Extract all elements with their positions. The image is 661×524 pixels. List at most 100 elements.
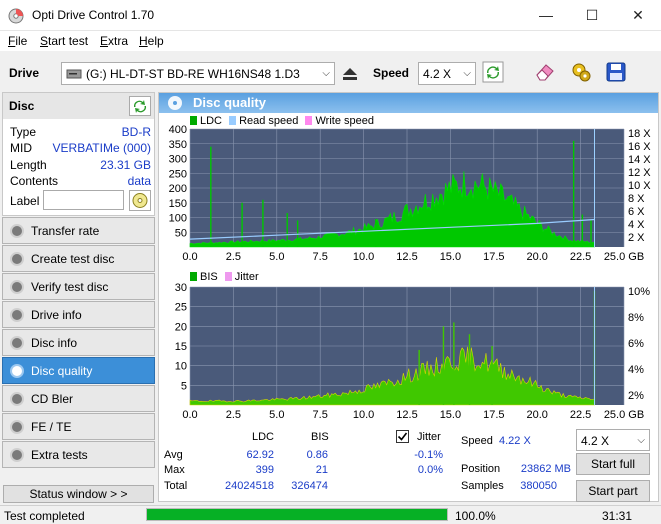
y2-tick-label: 14 X (628, 154, 651, 166)
x-tick-label: 22.5 (570, 251, 591, 263)
disc-type-key: Type (10, 125, 37, 139)
x-tick-label: 5.0 (269, 409, 284, 421)
max-label: Max (164, 464, 185, 476)
nav-transfer-rate[interactable]: Transfer rate (2, 217, 155, 244)
start-full-button[interactable]: Start full (576, 453, 650, 475)
drive-icon (66, 69, 82, 79)
y-tick-label: 250 (169, 168, 187, 180)
chevron-down-icon: ⌵ (322, 68, 330, 79)
avg-label: Avg (164, 449, 183, 461)
y2-tick-label: 18 X (628, 128, 651, 140)
y-tick-label: 200 (169, 183, 187, 195)
nav-fe-te[interactable]: FE / TE (2, 413, 155, 440)
drive-select[interactable]: (G:) HL-DT-ST BD-RE WH16NS48 1.D3 ⌵ (61, 62, 335, 85)
jitter-checkbox[interactable] (396, 430, 409, 443)
refresh-icon (482, 61, 504, 83)
nav-verify-test-disc[interactable]: Verify test disc (2, 273, 155, 300)
disc-icon (10, 280, 24, 294)
x-tick-label: 20.0 (526, 251, 547, 263)
y-tick-label: 50 (175, 227, 187, 239)
toolbar: Drive (G:) HL-DT-ST BD-RE WH16NS48 1.D3 … (0, 55, 661, 91)
disc-icon (10, 252, 24, 266)
start-part-button[interactable]: Start part (576, 480, 650, 502)
disc-label-input[interactable] (43, 190, 124, 210)
refresh-speed-button[interactable] (480, 60, 506, 86)
position-value: 23862 MB (520, 463, 571, 475)
x-tick-label: 10.0 (353, 251, 374, 263)
ldc-header: LDC (252, 431, 275, 443)
nav-disc-quality[interactable]: Disc quality (2, 357, 155, 384)
disc-icon (10, 448, 24, 462)
maximize-button[interactable]: ☐ (569, 0, 615, 31)
disc-icon (10, 308, 24, 322)
disc-icon (10, 364, 24, 378)
test-speed-select[interactable]: 4.2 X ⌵ (576, 429, 650, 451)
chevron-down-icon: ⌵ (463, 68, 471, 79)
close-button[interactable]: ✕ (615, 0, 661, 31)
disc-length-key: Length (10, 158, 47, 172)
menu-file[interactable]: File (8, 34, 27, 48)
jitter-max: 0.0% (417, 464, 443, 476)
menu-start-test[interactable]: Start test (40, 34, 88, 48)
bis-avg: 0.86 (306, 449, 328, 461)
nav-disc-info[interactable]: Disc info (2, 329, 155, 356)
elapsed-time: 31:31 (602, 509, 633, 523)
y-tick-label: 20 (175, 321, 187, 333)
checkmark-icon (397, 432, 408, 441)
status-window-button[interactable]: Status window > > (3, 485, 154, 503)
x-tick-label: 25.0 GB (604, 409, 644, 421)
x-tick-label: 15.0 (440, 251, 461, 263)
x-tick-label: 17.5 (483, 251, 504, 263)
menu-help[interactable]: Help (139, 34, 164, 48)
speed-info-value: 4.22 X (499, 435, 531, 447)
disc-quality-header: Disc quality (159, 93, 658, 113)
disc-icon (10, 336, 24, 350)
disc-contents-value: data (127, 174, 151, 188)
write-speed-swatch (305, 116, 313, 125)
gear-icon (572, 63, 591, 82)
refresh-icon (133, 100, 147, 113)
nav-create-test-disc[interactable]: Create test disc (2, 245, 155, 272)
jitter-label: Jitter (417, 431, 441, 443)
nav-cd-bler[interactable]: CD Bler (2, 385, 155, 412)
floppy-disk-icon (606, 62, 626, 82)
x-tick-label: 25.0 GB (604, 251, 644, 263)
y2-tick-label: 10% (628, 286, 650, 298)
save-button[interactable] (603, 60, 629, 86)
bis-header: BIS (311, 431, 329, 443)
settings-button[interactable] (568, 60, 594, 86)
y2-tick-label: 16 X (628, 141, 651, 153)
x-tick-label: 12.5 (396, 409, 417, 421)
menu-extra[interactable]: Extra (100, 34, 128, 48)
x-tick-label: 10.0 (353, 409, 374, 421)
eraser-icon (536, 64, 554, 81)
minimize-button[interactable]: — (523, 0, 569, 31)
speed-select[interactable]: 4.2 X ⌵ (418, 62, 476, 85)
disc-refresh-button[interactable] (129, 96, 151, 116)
window-title: Opti Drive Control 1.70 (32, 8, 155, 22)
eject-button[interactable] (337, 61, 363, 87)
nav-drive-info[interactable]: Drive info (2, 301, 155, 328)
disc-quality-panel: Disc quality LDC Read speed Write speed … (158, 92, 659, 502)
jitter-avg: -0.1% (414, 449, 443, 461)
y-tick-label: 10 (175, 361, 187, 373)
x-tick-label: 2.5 (226, 409, 241, 421)
x-tick-label: 7.5 (313, 251, 328, 263)
disc-mid-key: MID (10, 141, 32, 155)
erase-button[interactable] (532, 60, 558, 86)
samples-label: Samples (461, 480, 504, 492)
y-tick-label: 350 (169, 139, 187, 151)
ldc-max: 399 (255, 464, 274, 476)
disc-info-panel: Disc Type BD-R MID VERBATIMe (000) Lengt… (2, 92, 155, 216)
bis-max: 21 (315, 464, 328, 476)
disc-icon (10, 224, 24, 238)
disc-label-button[interactable] (129, 190, 151, 211)
speed-info-label: Speed (461, 435, 493, 447)
ldc-total: 24024518 (225, 480, 274, 492)
drive-label: Drive (9, 66, 40, 80)
y2-tick-label: 2% (628, 390, 644, 402)
y2-tick-label: 10 X (628, 180, 651, 192)
nav-extra-tests[interactable]: Extra tests (2, 441, 155, 468)
y2-tick-label: 6% (628, 338, 644, 350)
y-tick-label: 150 (169, 198, 187, 210)
